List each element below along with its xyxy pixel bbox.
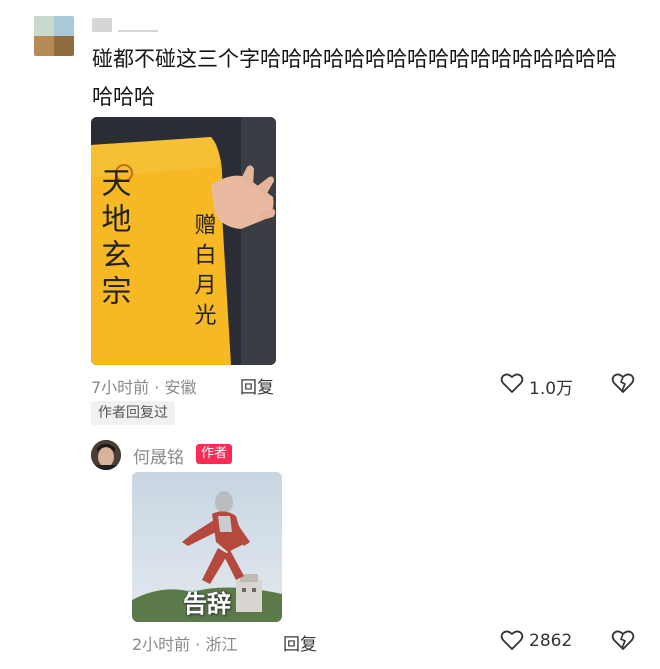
broken-heart-icon (611, 373, 635, 393)
heart-icon (500, 373, 524, 393)
reply-like-button[interactable] (500, 629, 524, 651)
commenter-name-blurred[interactable] (92, 18, 112, 32)
reply-image[interactable]: 告辞 (132, 472, 282, 622)
calligraphy-text-right: 赠白月光 (191, 213, 217, 333)
calligraphy-text-left: 天地玄宗 (96, 167, 132, 311)
dislike-button[interactable] (611, 372, 635, 394)
commenter-avatar-blurred[interactable] (34, 16, 74, 56)
author-replied-tag: 作者回复过 (91, 401, 175, 425)
heart-icon (500, 630, 524, 650)
reply-image-caption: 告辞 (183, 590, 231, 618)
comment-image[interactable]: 天地玄宗 赠白月光 (91, 117, 276, 365)
like-count: 1.0万 (529, 379, 574, 399)
reply-button[interactable]: 回复 (240, 373, 274, 398)
reply-time-location: 2小时前 · 浙江 (132, 635, 238, 654)
reply-reply-button[interactable]: 回复 (283, 630, 317, 655)
author-avatar[interactable] (91, 440, 121, 470)
broken-heart-icon (611, 630, 635, 650)
like-button[interactable] (500, 372, 524, 394)
author-name[interactable]: 何晟铭 (133, 443, 184, 468)
author-badge: 作者 (196, 444, 233, 464)
commenter-name-blurred-underline (118, 30, 158, 32)
reply-like-count: 2862 (529, 631, 573, 651)
comment-text: 碰都不碰这三个字哈哈哈哈哈哈哈哈哈哈哈哈哈哈哈哈哈哈哈哈 (92, 47, 617, 109)
comment-time-location: 7小时前 · 安徽 (91, 378, 197, 397)
reply-dislike-button[interactable] (611, 629, 635, 651)
